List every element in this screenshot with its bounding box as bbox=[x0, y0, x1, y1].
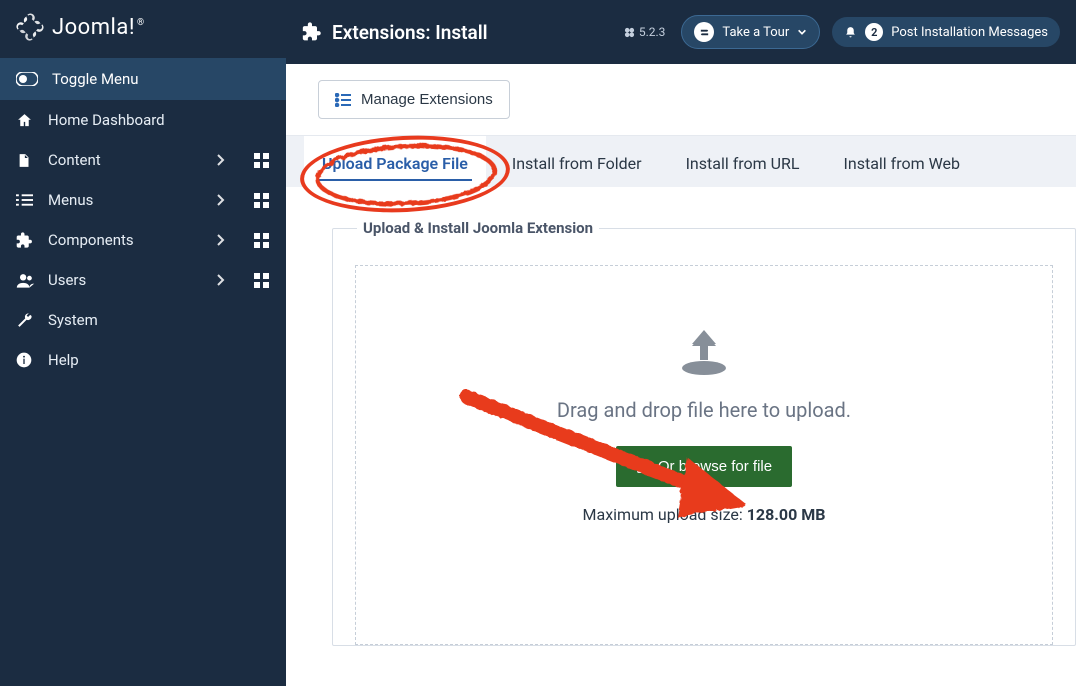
list-icon bbox=[16, 193, 34, 207]
toggle-menu-button[interactable]: Toggle Menu bbox=[0, 58, 286, 100]
sidebar-item-label: Menus bbox=[48, 191, 202, 209]
sidebar-item-menus[interactable]: Menus bbox=[0, 180, 286, 220]
sidebar-item-home-dashboard[interactable]: Home Dashboard bbox=[0, 100, 286, 140]
tabstrip: Upload Package FileInstall from FolderIn… bbox=[286, 135, 1076, 187]
notification-count: 2 bbox=[865, 23, 883, 41]
upload-fieldset: Upload & Install Joomla Extension Drag a… bbox=[332, 219, 1076, 646]
dashboard-grid-icon[interactable] bbox=[254, 273, 270, 288]
chevron-right-icon bbox=[216, 273, 230, 287]
tab-install-from-url[interactable]: Install from URL bbox=[668, 136, 818, 187]
take-tour-button[interactable]: Take a Tour bbox=[681, 15, 820, 49]
brand[interactable]: Joomla!® bbox=[0, 0, 286, 58]
chevron-right-icon bbox=[216, 233, 230, 247]
toggle-icon bbox=[16, 72, 38, 86]
manage-extensions-button[interactable]: Manage Extensions bbox=[318, 80, 510, 119]
page-title: Extensions: Install bbox=[302, 21, 612, 44]
brand-text: Joomla!® bbox=[52, 15, 145, 40]
chevron-right-icon bbox=[216, 193, 230, 207]
dashboard-grid-icon[interactable] bbox=[254, 193, 270, 208]
home-icon bbox=[16, 112, 34, 129]
chevron-right-icon bbox=[216, 153, 230, 167]
joomla-logo-icon bbox=[16, 13, 44, 41]
drop-text: Drag and drop file here to upload. bbox=[376, 398, 1032, 422]
upload-panel: Upload & Install Joomla Extension Drag a… bbox=[286, 187, 1076, 646]
puzzle-icon bbox=[16, 232, 34, 249]
sidebar-item-label: System bbox=[48, 311, 270, 329]
users-icon bbox=[16, 273, 34, 288]
topbar: Extensions: Install 5.2.3 Take a Tour 2 … bbox=[286, 0, 1076, 64]
sidebar-item-users[interactable]: Users bbox=[0, 260, 286, 300]
sidebar-item-label: Home Dashboard bbox=[48, 111, 270, 129]
toolbar: Manage Extensions bbox=[286, 64, 1076, 135]
puzzle-icon bbox=[302, 22, 322, 42]
sidebar-item-components[interactable]: Components bbox=[0, 220, 286, 260]
map-signs-icon bbox=[694, 22, 714, 42]
sidebar-item-label: Users bbox=[48, 271, 202, 289]
notifications-button[interactable]: 2 Post Installation Messages bbox=[832, 17, 1060, 47]
browse-file-button[interactable]: Or browse for file bbox=[616, 446, 792, 487]
toggle-menu-label: Toggle Menu bbox=[52, 70, 139, 88]
sidebar-item-label: Content bbox=[48, 151, 202, 169]
sidebar-item-help[interactable]: Help bbox=[0, 340, 286, 380]
dashboard-grid-icon[interactable] bbox=[254, 233, 270, 248]
wrench-icon bbox=[16, 312, 34, 329]
version-badge[interactable]: 5.2.3 bbox=[624, 25, 666, 39]
dashboard-grid-icon[interactable] bbox=[254, 153, 270, 168]
info-icon bbox=[16, 352, 34, 368]
tab-install-from-web[interactable]: Install from Web bbox=[826, 136, 979, 187]
sidebar-item-system[interactable]: System bbox=[0, 300, 286, 340]
upload-icon bbox=[376, 326, 1032, 378]
dropzone[interactable]: Drag and drop file here to upload. Or br… bbox=[355, 265, 1053, 645]
copy-icon bbox=[636, 460, 650, 474]
sidebar-item-label: Components bbox=[48, 231, 202, 249]
sidebar-item-label: Help bbox=[48, 351, 270, 369]
tab-upload-package-file[interactable]: Upload Package File bbox=[304, 136, 486, 187]
upload-legend: Upload & Install Joomla Extension bbox=[357, 219, 599, 237]
main: Manage Extensions Upload Package FileIns… bbox=[286, 64, 1076, 686]
list-icon bbox=[335, 93, 351, 107]
sidebar: Joomla!® Toggle Menu Home Dashboard Conte… bbox=[0, 0, 286, 686]
sidebar-item-content[interactable]: Content bbox=[0, 140, 286, 180]
sidebar-nav: Home Dashboard Content Menus Components User… bbox=[0, 100, 286, 380]
file-icon bbox=[16, 152, 34, 169]
tab-install-from-folder[interactable]: Install from Folder bbox=[494, 136, 660, 187]
max-upload-size: Maximum upload size: 128.00 MB bbox=[376, 505, 1032, 524]
bell-icon bbox=[844, 26, 857, 39]
chevron-down-icon bbox=[797, 27, 807, 37]
